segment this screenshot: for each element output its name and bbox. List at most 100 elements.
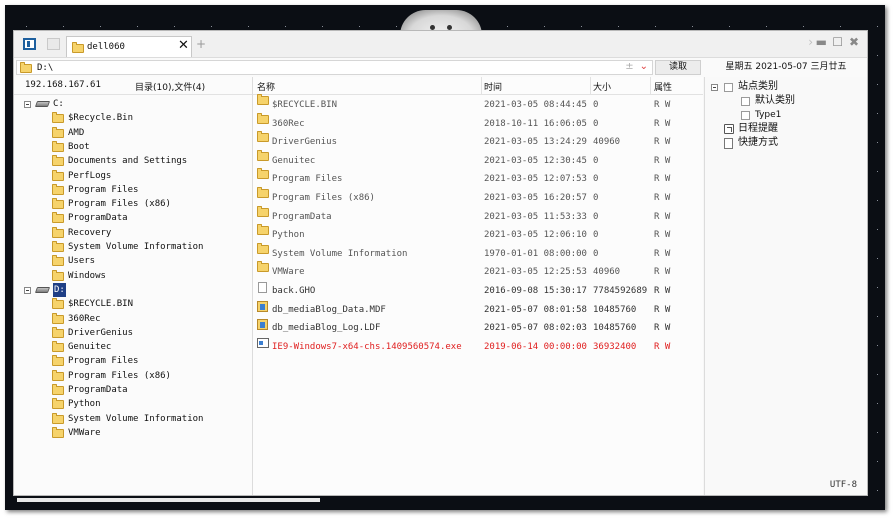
tab-close-icon[interactable]: ✕: [178, 38, 189, 53]
file-row[interactable]: 360Rec 2018-10-11 16:06:05 0 R W: [253, 112, 703, 133]
file-size: 0: [593, 248, 599, 259]
file-time: 2021-03-05 11:53:33: [484, 211, 587, 222]
column-attr[interactable]: 属性: [654, 80, 672, 93]
file-manager-window: dell060 ✕ + › ▬ ☐ ✖ D:\ ± ⌄ 读取 星期五 2021-0…: [13, 30, 868, 496]
tree-folder-label: $Recycle.Bin: [68, 113, 134, 124]
tree-folder-label: DriverGenius: [68, 327, 134, 338]
taskbar-strip: [17, 498, 320, 502]
file-size: 0: [593, 174, 599, 185]
encoding-status: UTF-8: [829, 480, 857, 490]
database-icon: [257, 300, 268, 312]
add-tab-icon[interactable]: +: [196, 37, 206, 51]
folder-icon: [52, 169, 64, 181]
file-row[interactable]: db_mediaBlog_Data.MDF 2021-05-07 08:01:58…: [253, 300, 703, 319]
tree-folder-label: Boot: [68, 141, 90, 152]
file-name: Python: [272, 230, 305, 241]
tree-folder-label: Windows: [68, 270, 106, 281]
address-path: D:\: [37, 63, 54, 73]
folder-icon: [257, 261, 269, 273]
file-row[interactable]: IE9-Windows7-x64-chs.1409560574.exe 2019-…: [253, 337, 703, 356]
file-time: 2021-03-05 16:20:57: [484, 193, 587, 203]
file-attr: R W: [654, 230, 671, 241]
address-bar: D:\ ± ⌄ 读取 星期五 2021-05-07 三月廿五: [14, 57, 867, 77]
file-row[interactable]: System Volume Information 1970-01-01 08:0…: [253, 242, 703, 263]
file-name: ProgramData: [272, 211, 332, 222]
file-size: 0: [593, 118, 599, 129]
tree-folder-label: Documents and Settings: [68, 156, 188, 167]
file-row[interactable]: back.GHO 2016-09-08 15:30:17 7784592689 R W: [253, 282, 703, 300]
file-attr: R W: [654, 118, 671, 129]
file-name: Program Files (x86): [272, 193, 375, 203]
file-attr: R W: [654, 155, 671, 166]
shortcut-label: 快捷方式: [738, 137, 778, 148]
tree-folder-label: $RECYCLE.BIN: [68, 299, 134, 310]
sort-icon[interactable]: ±: [625, 61, 633, 72]
folder-icon: [257, 205, 269, 217]
tree-folder-label: Users: [68, 256, 96, 267]
address-input[interactable]: D:\ ± ⌄: [16, 60, 653, 75]
minimize-icon[interactable]: ▬: [816, 35, 827, 49]
file-time: 2018-10-11 16:06:05: [484, 118, 587, 129]
file-row[interactable]: ProgramData 2021-03-05 11:53:33 0 R W: [253, 205, 703, 226]
file-row[interactable]: Program Files 2021-03-05 12:07:53 0 R W: [253, 168, 703, 188]
file-row[interactable]: Genuitec 2021-03-05 12:30:45 0 R W: [253, 149, 703, 170]
file-time: 2021-03-05 12:25:53: [484, 267, 587, 278]
chevron-down-icon[interactable]: ⌄: [640, 61, 648, 72]
file-time: 2021-05-07 08:01:58: [484, 304, 587, 315]
file-row[interactable]: VMWare 2021-03-05 12:25:53 40960 R W: [253, 261, 703, 281]
folder-icon: [52, 326, 64, 338]
file-row[interactable]: Program Files (x86) 2021-03-05 16:20:57 0 R…: [253, 187, 703, 207]
file-attr: R W: [654, 304, 671, 315]
folder-icon: [52, 312, 64, 324]
folder-icon: [52, 355, 64, 367]
chevron-right-icon[interactable]: ›: [808, 35, 813, 49]
file-attr: R W: [654, 193, 671, 203]
column-time[interactable]: 时间: [484, 80, 502, 93]
file-row[interactable]: Python 2021-03-05 12:06:10 0 R W: [253, 224, 703, 244]
folder-icon: [52, 212, 64, 224]
collapse-icon[interactable]: [24, 286, 31, 294]
schedule-label: 日程提醒: [738, 123, 778, 134]
folder-icon: [257, 224, 269, 236]
category-icon: [741, 111, 750, 120]
file-size: 0: [593, 100, 599, 110]
file-attr: R W: [654, 174, 671, 185]
tab-dell060[interactable]: dell060 ✕: [66, 36, 192, 57]
file-row[interactable]: DriverGenius 2021-03-05 13:24:29 40960 R W: [253, 131, 703, 151]
folder-icon: [52, 398, 64, 410]
close-icon[interactable]: ✖: [849, 35, 859, 49]
tree-folder-label: System Volume Information: [68, 413, 204, 424]
collapse-icon[interactable]: [711, 84, 718, 91]
tree-folder-label: AMD: [68, 127, 85, 138]
file-size: 40960: [593, 267, 621, 278]
maximize-icon[interactable]: ☐: [832, 35, 843, 49]
file-time: 1970-01-01 08:00:00: [484, 248, 587, 259]
collapse-icon[interactable]: [24, 101, 31, 108]
tree-folder-label: PerfLogs: [68, 170, 112, 181]
tree-folder-label: Program Files: [68, 356, 139, 367]
file-time: 2016-09-08 15:30:17: [484, 286, 587, 296]
column-size[interactable]: 大小: [593, 80, 611, 93]
date-display: 星期五 2021-05-07 三月廿五: [725, 62, 847, 72]
folder-icon: [257, 187, 269, 198]
file-time: 2021-03-05 12:07:53: [484, 174, 587, 185]
tree-folder-label: ProgramData: [68, 385, 128, 395]
read-button[interactable]: 读取: [655, 60, 701, 75]
file-row[interactable]: $RECYCLE.BIN 2021-03-05 08:44:45 0 R W: [253, 94, 703, 114]
category-icon: [724, 83, 733, 92]
file-row[interactable]: db_mediaBlog_Log.LDF 2021-05-07 08:02:03 1…: [253, 319, 703, 337]
panel-toggle-icon[interactable]: [47, 38, 60, 50]
tree-folder-label: Python: [68, 399, 101, 410]
folder-icon: [20, 62, 32, 73]
file-name: db_mediaBlog_Log.LDF: [272, 323, 381, 334]
column-name[interactable]: 名称: [257, 80, 275, 93]
sidebar-toggle-icon[interactable]: [23, 38, 36, 50]
file-size: 0: [593, 230, 599, 241]
file-name: System Volume Information: [272, 248, 408, 259]
file-attr: R W: [654, 323, 671, 334]
tree-folder-label: Program Files (x86): [68, 199, 171, 210]
category-icon: [741, 97, 750, 106]
folder-icon: [52, 255, 64, 267]
file-attr: R W: [654, 211, 671, 222]
file-time: 2021-03-05 12:06:10: [484, 230, 587, 241]
